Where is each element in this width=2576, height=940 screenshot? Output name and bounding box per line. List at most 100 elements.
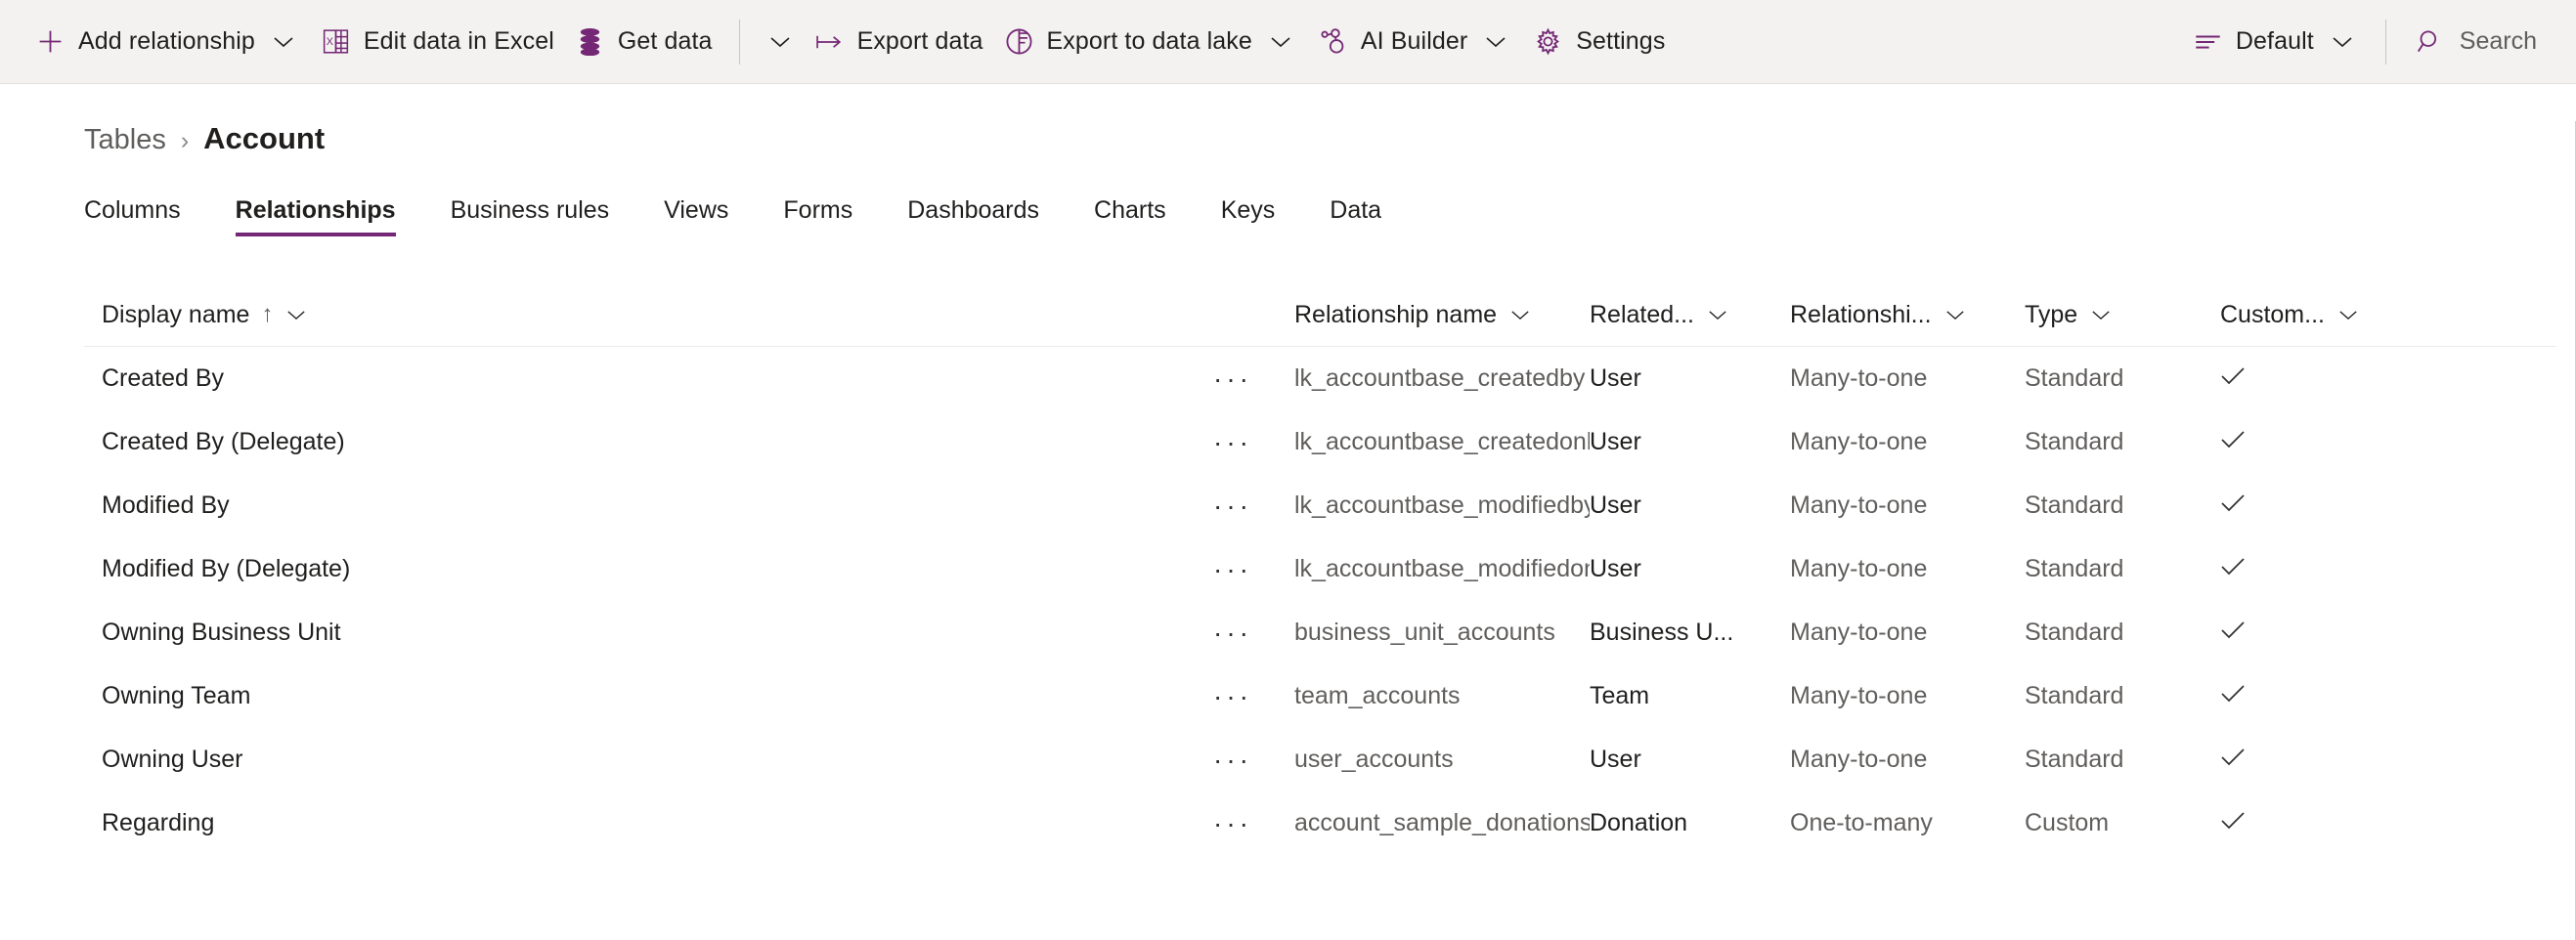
column-header-custom[interactable]: Custom... [2220,301,2396,329]
row-menu-button[interactable]: ··· [1203,804,1262,843]
cell-relationship-name[interactable]: lk_accountbase_modifiedby [1277,491,1590,520]
tab-relationships[interactable]: Relationships [236,196,396,236]
command-bar-divider-1 [739,20,740,64]
cell-type: Custom [2025,809,2220,837]
check-icon [2220,366,2246,386]
column-header-related-chevron-down-icon[interactable] [1708,309,1727,321]
row-menu-button[interactable]: ··· [1203,614,1262,653]
cell-type: Standard [2025,746,2220,774]
add-relationship-chevron-down-icon[interactable] [267,22,300,62]
table-row[interactable]: Created By ··· lk_accountbase_createdby … [84,347,2556,410]
row-menu-button[interactable]: ··· [1203,423,1262,462]
table-row[interactable]: Created By (Delegate) ··· lk_accountbase… [84,410,2556,474]
table-row[interactable]: Regarding ··· account_sample_donations D… [84,791,2556,855]
table-row[interactable]: Owning Business Unit ··· business_unit_a… [84,601,2556,664]
table-row[interactable]: Owning User ··· user_accounts User Many-… [84,728,2556,791]
row-menu-cell: ··· [1189,804,1277,843]
column-header-relationship-name-chevron-down-icon[interactable] [1510,309,1530,321]
export-to-data-lake-label: Export to data lake [1047,27,1252,56]
excel-icon: X [322,27,350,56]
edit-data-in-excel-button[interactable]: X Edit data in Excel [311,12,565,72]
export-data-button[interactable]: Export data [805,12,994,72]
command-overflow-chevron-down-icon[interactable] [756,22,805,62]
cell-relationship-type: Many-to-one [1790,364,2025,393]
column-header-type[interactable]: Type [2025,301,2220,329]
database-icon [576,27,604,56]
breadcrumb-separator-icon: › [181,127,189,155]
check-icon [2220,748,2246,767]
row-menu-button[interactable]: ··· [1203,360,1262,399]
cell-relationship-type: Many-to-one [1790,619,2025,647]
search-icon [2416,27,2444,56]
tab-charts[interactable]: Charts [1094,196,1166,236]
view-selector-chevron-down-icon[interactable] [2326,22,2359,62]
tab-dashboards[interactable]: Dashboards [907,196,1039,236]
tab-relationships-label: Relationships [236,196,396,224]
add-relationship-button[interactable]: Add relationship [25,12,311,72]
datalake-icon [1005,27,1033,56]
column-header-relationship-name[interactable]: Relationship name [1277,301,1590,329]
cell-custom [2220,555,2396,583]
tab-views[interactable]: Views [664,196,728,236]
export-to-data-lake-chevron-down-icon[interactable] [1264,22,1297,62]
column-header-display-name[interactable]: Display name ↑ [84,301,1189,329]
column-header-custom-chevron-down-icon[interactable] [2338,309,2358,321]
cell-custom [2220,619,2396,647]
check-icon [2220,811,2246,831]
ai-builder-button[interactable]: AI Builder [1308,12,1523,72]
settings-button[interactable]: Settings [1523,12,1676,72]
export-to-data-lake-button[interactable]: Export to data lake [994,12,1308,72]
page-content: Tables › Account Columns Relationships B… [0,121,2576,855]
table-row[interactable]: Modified By ··· lk_accountbase_modifiedb… [84,474,2556,537]
column-header-display-name-chevron-down-icon[interactable] [286,309,306,321]
cell-related: User [1590,428,1790,456]
cell-type: Standard [2025,555,2220,583]
tab-columns[interactable]: Columns [84,196,181,236]
column-header-relationship-type[interactable]: Relationshi... [1790,301,2025,329]
breadcrumb-tables-link[interactable]: Tables [84,124,166,156]
check-icon [2220,557,2246,577]
column-header-type-chevron-down-icon[interactable] [2091,309,2111,321]
cell-display-name: Modified By (Delegate) [84,555,1189,583]
row-menu-button[interactable]: ··· [1203,487,1262,526]
row-menu-cell: ··· [1189,677,1277,716]
search-input[interactable]: Search [2402,12,2551,72]
row-menu-cell: ··· [1189,423,1277,462]
cell-relationship-name[interactable]: user_accounts [1277,746,1590,774]
tab-forms[interactable]: Forms [783,196,852,236]
row-menu-cell: ··· [1189,550,1277,589]
cell-custom [2220,682,2396,710]
view-list-icon [2194,27,2222,56]
column-header-relationship-type-chevron-down-icon[interactable] [1945,309,1965,321]
ai-builder-icon [1319,27,1347,56]
cell-relationship-name[interactable]: lk_accountbase_createdonbehalfby [1277,428,1590,456]
tab-keys[interactable]: Keys [1221,196,1276,236]
cell-relationship-name[interactable]: lk_accountbase_modifiedonbehalfby [1277,555,1590,583]
cell-relationship-name[interactable]: business_unit_accounts [1277,619,1590,647]
row-menu-button[interactable]: ··· [1203,550,1262,589]
cell-display-name: Created By [84,364,1189,393]
table-row[interactable]: Owning Team ··· team_accounts Team Many-… [84,664,2556,728]
column-header-type-label: Type [2025,301,2077,329]
cell-relationship-name[interactable]: team_accounts [1277,682,1590,710]
cell-display-name: Modified By [84,491,1189,520]
svg-text:X: X [327,36,333,48]
tab-business-rules[interactable]: Business rules [451,196,610,236]
tab-data[interactable]: Data [1330,196,1381,236]
get-data-button[interactable]: Get data [565,12,723,72]
cell-relationship-name[interactable]: account_sample_donations [1277,809,1590,837]
column-header-relationship-type-label: Relationshi... [1790,301,1932,329]
tab-keys-label: Keys [1221,196,1276,224]
tab-charts-label: Charts [1094,196,1166,224]
row-menu-button[interactable]: ··· [1203,677,1262,716]
get-data-label: Get data [618,27,713,56]
cell-relationship-type: Many-to-one [1790,428,2025,456]
column-header-related[interactable]: Related... [1590,301,1790,329]
row-menu-button[interactable]: ··· [1203,741,1262,780]
ai-builder-chevron-down-icon[interactable] [1479,22,1512,62]
column-header-display-name-label: Display name [102,301,249,329]
table-row[interactable]: Modified By (Delegate) ··· lk_accountbas… [84,537,2556,601]
cell-type: Standard [2025,619,2220,647]
cell-relationship-name[interactable]: lk_accountbase_createdby [1277,364,1590,393]
view-selector-button[interactable]: Default [2183,12,2370,72]
